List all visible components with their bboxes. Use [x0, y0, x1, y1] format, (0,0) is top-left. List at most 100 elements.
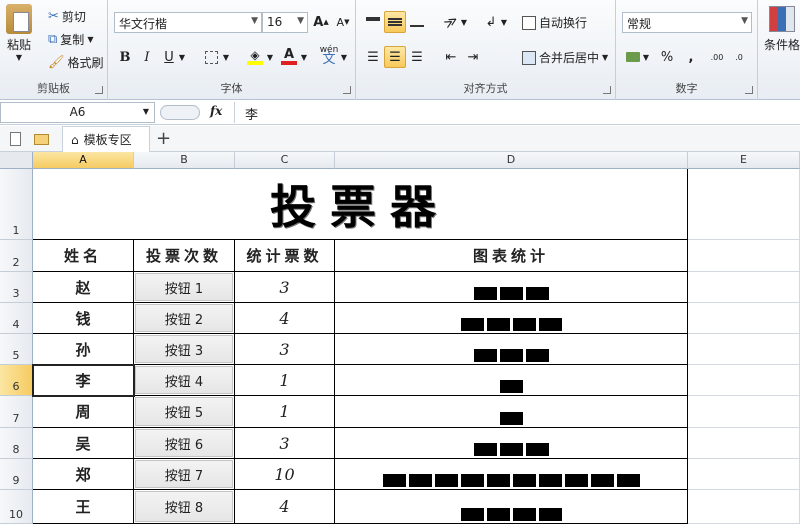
- underline-dropdown-icon[interactable]: ▼: [176, 46, 188, 68]
- comma-button[interactable]: ,: [680, 46, 702, 68]
- decrease-indent-button[interactable]: ⇤: [440, 46, 462, 68]
- empty-cell[interactable]: [688, 303, 800, 334]
- empty-cell[interactable]: [688, 428, 800, 459]
- border-button[interactable]: [200, 46, 222, 68]
- header-name[interactable]: 姓名: [33, 240, 134, 272]
- col-header-c[interactable]: C: [235, 152, 335, 169]
- row-header-7[interactable]: 7: [0, 396, 33, 428]
- row-header-5[interactable]: 5: [0, 334, 33, 365]
- chart-cell[interactable]: [335, 459, 688, 490]
- merge-center-button[interactable]: 合并后居中 ▼: [522, 49, 608, 66]
- clipboard-launcher-icon[interactable]: [95, 86, 103, 94]
- vote-button[interactable]: 按钮 6: [135, 429, 233, 457]
- chart-cell[interactable]: [335, 334, 688, 365]
- name-cell[interactable]: 周: [33, 396, 134, 428]
- orientation-dropdown-icon[interactable]: ▼: [458, 11, 470, 33]
- chart-cell[interactable]: [335, 303, 688, 334]
- vote-count-cell[interactable]: 3: [235, 428, 335, 459]
- row-header-6[interactable]: 6: [0, 365, 33, 396]
- empty-cell[interactable]: [688, 459, 800, 490]
- increase-indent-button[interactable]: ⇥: [462, 46, 484, 68]
- empty-cell[interactable]: [688, 169, 800, 240]
- folder-icon[interactable]: [34, 134, 49, 145]
- new-document-icon[interactable]: [10, 132, 21, 146]
- vote-button[interactable]: 按钮 2: [135, 304, 233, 332]
- empty-cell[interactable]: [688, 490, 800, 524]
- function-icon[interactable]: fx: [210, 104, 222, 118]
- align-top-button[interactable]: [362, 11, 384, 33]
- vote-button[interactable]: 按钮 5: [135, 397, 233, 426]
- italic-button[interactable]: I: [136, 46, 158, 68]
- row-header-10[interactable]: 10: [0, 490, 33, 524]
- row-header-9[interactable]: 9: [0, 459, 33, 490]
- wrap-text-button[interactable]: 自动换行: [522, 14, 587, 31]
- add-tab-button[interactable]: +: [156, 128, 171, 149]
- vote-button[interactable]: 按钮 3: [135, 335, 233, 363]
- vote-count-cell[interactable]: 1: [235, 396, 335, 428]
- format-painter-button[interactable]: 🖌 格式刷: [48, 54, 104, 71]
- col-header-d[interactable]: D: [335, 152, 688, 169]
- row-header-4[interactable]: 4: [0, 303, 33, 334]
- align-left-button[interactable]: ☰: [362, 46, 384, 68]
- chart-cell[interactable]: [335, 428, 688, 459]
- font-family-select[interactable]: 华文行楷 ▼: [114, 12, 262, 33]
- vote-button[interactable]: 按钮 1: [135, 273, 233, 301]
- name-cell[interactable]: 钱: [33, 303, 134, 334]
- shrink-font-button[interactable]: A ▼: [332, 11, 354, 33]
- cut-button[interactable]: ✂ 剪切: [48, 8, 86, 25]
- vote-button[interactable]: 按钮 4: [135, 366, 233, 394]
- header-vote-times[interactable]: 投票次数: [134, 240, 235, 272]
- tab-template[interactable]: ⌂ 模板专区: [62, 126, 150, 152]
- bold-button[interactable]: B: [114, 46, 136, 68]
- align-center-button[interactable]: ☰: [384, 46, 406, 68]
- chart-cell[interactable]: [335, 396, 688, 428]
- empty-cell[interactable]: [688, 365, 800, 396]
- font-launcher-icon[interactable]: [343, 86, 351, 94]
- paste-button[interactable]: 粘贴 ▼: [6, 4, 32, 62]
- phonetic-button[interactable]: wén 文: [318, 44, 340, 67]
- header-vote-count[interactable]: 统计票数: [235, 240, 335, 272]
- col-header-e[interactable]: E: [688, 152, 800, 169]
- align-bottom-button[interactable]: [406, 11, 428, 33]
- copy-button[interactable]: ⧉ 复制 ▼: [48, 31, 93, 48]
- name-cell[interactable]: 郑: [33, 459, 134, 490]
- decrease-decimal-button[interactable]: .0: [728, 46, 750, 68]
- grow-font-button[interactable]: A ▲: [310, 11, 332, 33]
- vote-button[interactable]: 按钮 7: [135, 460, 233, 488]
- empty-cell[interactable]: [688, 396, 800, 428]
- formula-input[interactable]: 李: [234, 102, 800, 123]
- align-middle-button[interactable]: [384, 11, 406, 33]
- chart-cell[interactable]: [335, 272, 688, 303]
- select-all-corner[interactable]: [0, 152, 33, 169]
- align-right-button[interactable]: ☰: [406, 46, 428, 68]
- vote-count-cell[interactable]: 4: [235, 490, 335, 524]
- title-cell[interactable]: 投票器: [33, 169, 688, 240]
- row-header-8[interactable]: 8: [0, 428, 33, 459]
- percent-button[interactable]: %: [656, 46, 678, 68]
- vote-button[interactable]: 按钮 8: [135, 491, 233, 522]
- chart-cell[interactable]: [335, 490, 688, 524]
- font-color-button[interactable]: A: [278, 46, 300, 68]
- number-format-select[interactable]: 常规 ▼: [622, 12, 752, 33]
- chart-cell[interactable]: [335, 365, 688, 396]
- font-color-dropdown-icon[interactable]: ▼: [298, 46, 310, 68]
- name-cell[interactable]: 赵: [33, 272, 134, 303]
- name-cell[interactable]: 吴: [33, 428, 134, 459]
- fill-dropdown-icon[interactable]: ▼: [264, 46, 276, 68]
- empty-cell[interactable]: [688, 334, 800, 365]
- wrap-arrow-dropdown-icon[interactable]: ▼: [498, 11, 510, 33]
- vote-count-cell[interactable]: 10: [235, 459, 335, 490]
- empty-cell[interactable]: [688, 240, 800, 272]
- empty-cell[interactable]: [688, 272, 800, 303]
- header-chart[interactable]: 图表统计: [335, 240, 688, 272]
- col-header-b[interactable]: B: [134, 152, 235, 169]
- name-cell[interactable]: 李: [33, 365, 134, 396]
- col-header-a[interactable]: A: [33, 152, 134, 169]
- name-cell[interactable]: 孙: [33, 334, 134, 365]
- currency-dropdown-icon[interactable]: ▼: [640, 46, 652, 68]
- increase-decimal-button[interactable]: .00: [706, 46, 728, 68]
- formula-resize-handle[interactable]: [160, 105, 200, 120]
- font-size-select[interactable]: 16 ▼: [262, 12, 308, 33]
- border-dropdown-icon[interactable]: ▼: [220, 46, 232, 68]
- vote-count-cell[interactable]: 4: [235, 303, 335, 334]
